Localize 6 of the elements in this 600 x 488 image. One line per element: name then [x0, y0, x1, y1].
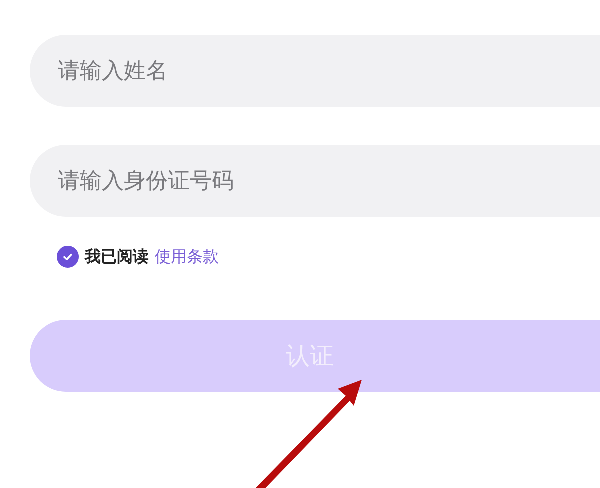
terms-link[interactable]: 使用条款: [155, 246, 219, 268]
agreement-label: 我已阅读: [85, 246, 149, 268]
input-field[interactable]: 请输入身份证号码: [30, 145, 600, 217]
checkmark-icon: [62, 251, 74, 263]
input-field[interactable]: 请输入姓名: [30, 35, 600, 107]
checkbox[interactable]: [57, 246, 79, 268]
